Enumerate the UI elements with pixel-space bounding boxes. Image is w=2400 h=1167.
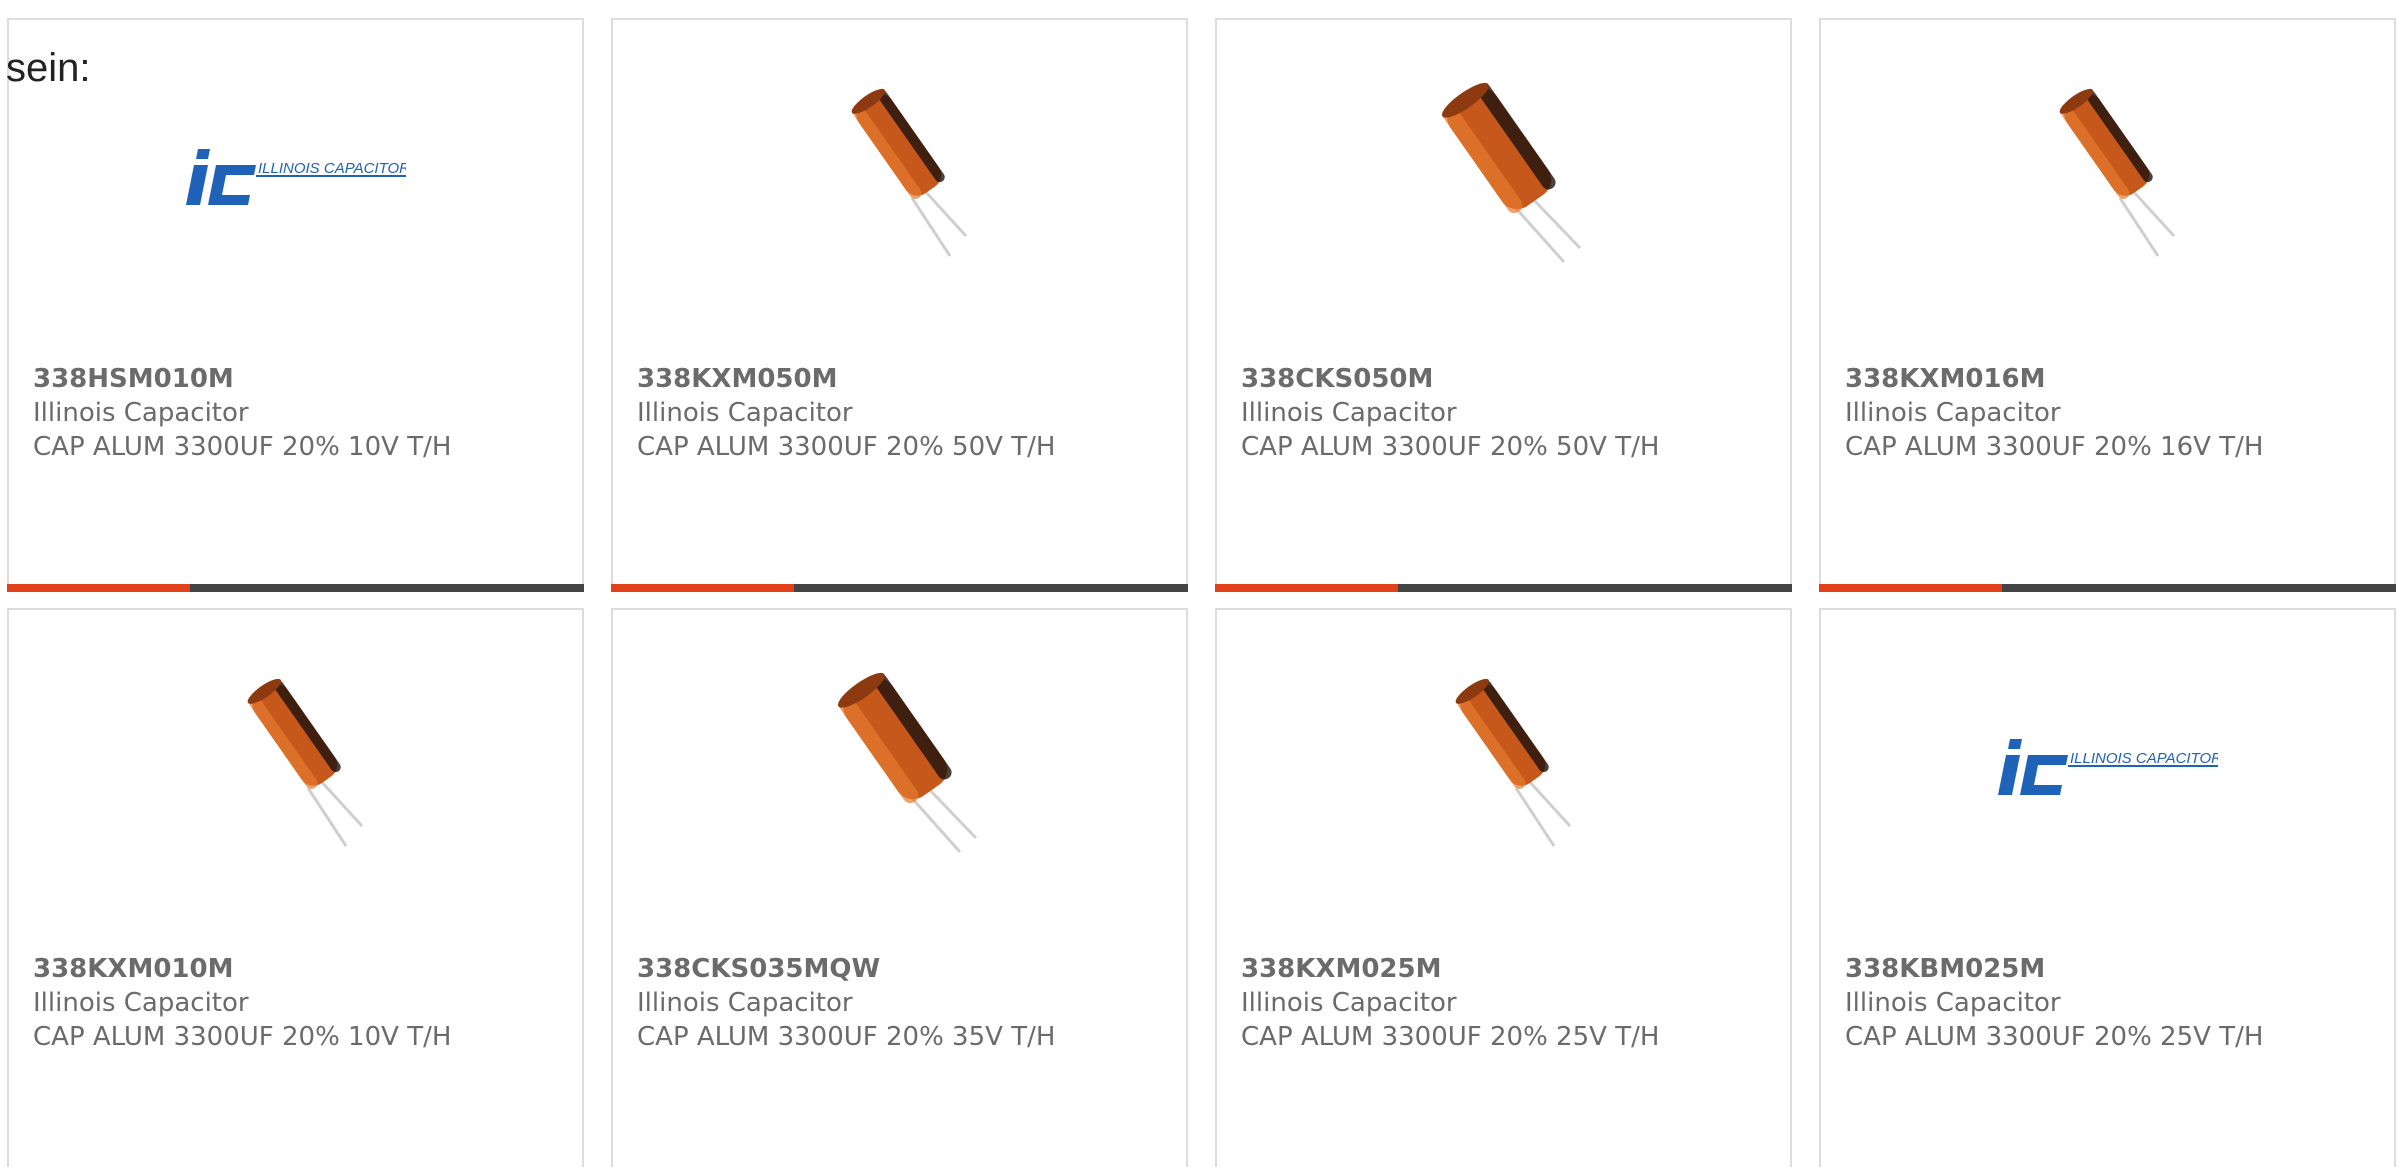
manufacturer: Illinois Capacitor [1845, 988, 2061, 1018]
description: CAP ALUM 3300UF 20% 25V T/H [1241, 1022, 1660, 1052]
product-image[interactable] [1217, 60, 1790, 300]
card-bottom-bar [1819, 584, 2396, 592]
part-number-link[interactable]: 338KXM010M [33, 954, 233, 984]
card-bottom-bar [1215, 584, 1792, 592]
card-accent-bar [1819, 584, 2002, 592]
manufacturer: Illinois Capacitor [1845, 398, 2061, 428]
illinois-capacitor-logo-icon: ILLINOIS CAPACITOR, INC. [1997, 739, 2218, 795]
part-number-link[interactable]: 338HSM010M [33, 364, 234, 394]
part-number-link[interactable]: 338CKS050M [1241, 364, 1433, 394]
capacitor-icon [1455, 678, 1571, 847]
manufacturer: Illinois Capacitor [1241, 398, 1457, 428]
intro-text: sein: [6, 46, 91, 90]
product-card[interactable]: ILLINOIS CAPACITOR, INC. 338HSM010M Illi… [7, 18, 584, 592]
product-image[interactable] [1821, 60, 2394, 300]
capacitor-icon [2059, 88, 2175, 257]
description: CAP ALUM 3300UF 20% 25V T/H [1845, 1022, 2264, 1052]
svg-text:ILLINOIS CAPACITOR, INC.: ILLINOIS CAPACITOR, INC. [258, 160, 406, 177]
manufacturer: Illinois Capacitor [33, 988, 249, 1018]
manufacturer: Illinois Capacitor [1241, 988, 1457, 1018]
product-card[interactable]: 338KXM050M Illinois Capacitor CAP ALUM 3… [611, 18, 1188, 592]
part-number-link[interactable]: 338KXM025M [1241, 954, 1441, 984]
product-image[interactable] [9, 650, 582, 890]
capacitor-icon [851, 88, 967, 257]
part-number-link[interactable]: 338KXM016M [1845, 364, 2045, 394]
part-number-link[interactable]: 338CKS035MQW [637, 954, 880, 984]
card-accent-bar [7, 584, 190, 592]
description: CAP ALUM 3300UF 20% 35V T/H [637, 1022, 1056, 1052]
manufacturer: Illinois Capacitor [637, 398, 853, 428]
product-image[interactable]: ILLINOIS CAPACITOR, INC. [9, 60, 582, 300]
product-card[interactable]: ILLINOIS CAPACITOR, INC. 338KBM025M Illi… [1819, 608, 2396, 1167]
manufacturer: Illinois Capacitor [637, 988, 853, 1018]
description: CAP ALUM 3300UF 20% 50V T/H [1241, 432, 1660, 462]
part-number-link[interactable]: 338KXM050M [637, 364, 837, 394]
product-image[interactable]: ILLINOIS CAPACITOR, INC. [1821, 650, 2394, 890]
card-accent-bar [1215, 584, 1398, 592]
capacitor-icon [1441, 82, 1581, 263]
capacitor-icon [837, 672, 977, 853]
svg-text:ILLINOIS CAPACITOR, INC.: ILLINOIS CAPACITOR, INC. [2070, 750, 2218, 767]
product-image[interactable] [613, 60, 1186, 300]
manufacturer: Illinois Capacitor [33, 398, 249, 428]
card-bottom-bar [7, 584, 584, 592]
capacitor-icon [247, 678, 363, 847]
description: CAP ALUM 3300UF 20% 16V T/H [1845, 432, 2264, 462]
card-bottom-bar [611, 584, 1188, 592]
product-card[interactable]: 338KXM016M Illinois Capacitor CAP ALUM 3… [1819, 18, 2396, 592]
product-card[interactable]: 338KXM025M Illinois Capacitor CAP ALUM 3… [1215, 608, 1792, 1167]
product-card[interactable]: 338CKS035MQW Illinois Capacitor CAP ALUM… [611, 608, 1188, 1167]
product-card[interactable]: 338CKS050M Illinois Capacitor CAP ALUM 3… [1215, 18, 1792, 592]
description: CAP ALUM 3300UF 20% 10V T/H [33, 1022, 452, 1052]
product-card[interactable]: 338KXM010M Illinois Capacitor CAP ALUM 3… [7, 608, 584, 1167]
description: CAP ALUM 3300UF 20% 50V T/H [637, 432, 1056, 462]
card-accent-bar [611, 584, 794, 592]
description: CAP ALUM 3300UF 20% 10V T/H [33, 432, 452, 462]
illinois-capacitor-logo-icon: ILLINOIS CAPACITOR, INC. [185, 149, 406, 205]
product-image[interactable] [1217, 650, 1790, 890]
product-image[interactable] [613, 650, 1186, 890]
part-number-link[interactable]: 338KBM025M [1845, 954, 2045, 984]
